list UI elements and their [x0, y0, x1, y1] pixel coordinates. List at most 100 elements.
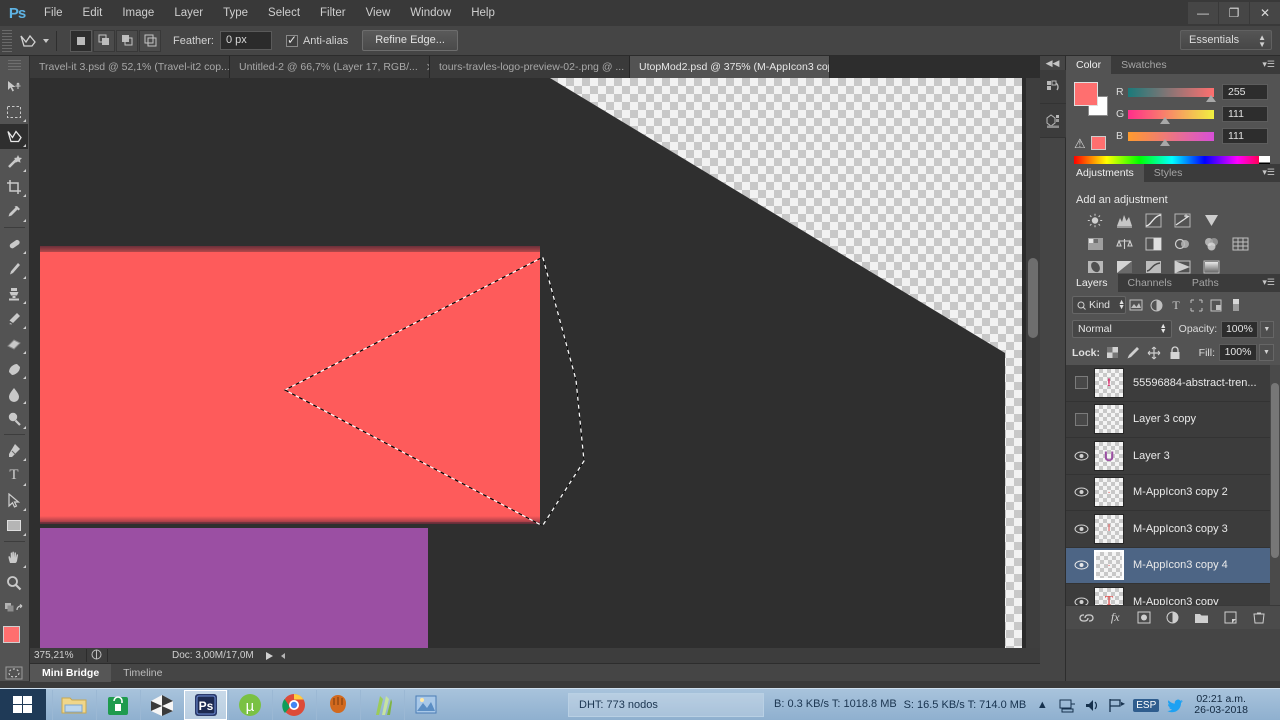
exposure-icon[interactable]: [1173, 212, 1192, 229]
menu-edit[interactable]: Edit: [73, 0, 113, 26]
magic-wand-tool[interactable]: [0, 149, 28, 174]
black-white-icon[interactable]: [1144, 235, 1163, 252]
menu-filter[interactable]: Filter: [310, 0, 356, 26]
expand-panels-icon[interactable]: ◀◀: [1040, 56, 1065, 70]
canvas-vertical-scrollbar[interactable]: [1026, 78, 1040, 648]
blend-mode-stepper-icon[interactable]: ▲ ▼: [1160, 323, 1167, 335]
vibrance-icon[interactable]: [1202, 212, 1221, 229]
filter-type-layers-icon[interactable]: T: [1166, 296, 1186, 314]
layer-thumbnail[interactable]: [1094, 404, 1124, 435]
menu-help[interactable]: Help: [461, 0, 505, 26]
intersect-selection-button[interactable]: [139, 29, 161, 52]
menu-type[interactable]: Type: [213, 0, 258, 26]
subtract-from-selection-button[interactable]: [116, 29, 138, 52]
menu-select[interactable]: Select: [258, 0, 310, 26]
filter-smart-objects-icon[interactable]: [1206, 296, 1226, 314]
fx-icon[interactable]: fx: [1106, 609, 1124, 627]
status-expand-icon[interactable]: [265, 651, 273, 660]
layer-filter-stepper-icon[interactable]: ▲ ▼: [1118, 299, 1125, 311]
utorrent-icon[interactable]: µ: [228, 690, 271, 720]
volume-icon[interactable]: [1083, 696, 1101, 714]
layer-thumbnail[interactable]: !: [1094, 367, 1124, 398]
photo-filter-icon[interactable]: [1173, 235, 1192, 252]
eyedropper-tool[interactable]: [0, 199, 28, 224]
brightness-contrast-icon[interactable]: [1086, 212, 1105, 229]
tab-swatches[interactable]: Swatches: [1111, 56, 1177, 74]
healing-brush-tool[interactable]: [0, 231, 28, 256]
crop-tool[interactable]: [0, 174, 28, 199]
tray-expand-chevron-icon[interactable]: ▲: [1033, 696, 1051, 714]
history-brush-tool[interactable]: [0, 306, 28, 331]
layer-thumbnail[interactable]: ·: [1094, 477, 1124, 508]
layer-name[interactable]: M-AppIcon3 copy 3: [1133, 523, 1228, 535]
tab-travel-it-3[interactable]: Travel-it 3.psd @ 52,1% (Travel-it2 cop.…: [30, 56, 230, 78]
menu-window[interactable]: Window: [400, 0, 461, 26]
tab-utopmod2[interactable]: UtopMod2.psd @ 375% (M-AppIcon3 copy 4, …: [630, 56, 830, 78]
shape-tool[interactable]: [0, 513, 28, 538]
slider-track-g[interactable]: [1128, 109, 1214, 124]
menu-layer[interactable]: Layer: [164, 0, 213, 26]
lasso-tool-preview-icon[interactable]: [15, 29, 41, 53]
slider-track-r[interactable]: [1128, 87, 1216, 102]
slider-value-g[interactable]: 111: [1222, 106, 1268, 122]
layer-thumbnail[interactable]: U: [1094, 440, 1124, 471]
foreground-color-swatch[interactable]: [3, 626, 20, 643]
opacity-chevron-down-icon[interactable]: ▼: [1259, 320, 1274, 338]
layer-visibility-toggle[interactable]: [1068, 438, 1094, 474]
curves-icon[interactable]: [1144, 212, 1163, 229]
channel-mixer-icon[interactable]: [1202, 235, 1221, 252]
layer-list-scroll-thumb[interactable]: [1271, 383, 1279, 558]
hue-saturation-icon[interactable]: [1086, 235, 1105, 252]
new-layer-icon[interactable]: [1222, 609, 1240, 627]
layer-visibility-toggle[interactable]: [1068, 365, 1094, 401]
antialias-checkbox[interactable]: [285, 33, 298, 47]
tab-untitled-2[interactable]: Untitled-2 @ 66,7% (Layer 17, RGB/... ✕: [230, 56, 430, 78]
baseball-glove-icon[interactable]: [316, 690, 359, 720]
unity-icon[interactable]: [140, 690, 183, 720]
layer-row-4[interactable]: I M-AppIcon3 copy 3: [1066, 511, 1280, 548]
status-collapse-icon[interactable]: [280, 652, 285, 659]
pen-tool[interactable]: [0, 438, 28, 463]
layer-mask-icon[interactable]: [1135, 609, 1153, 627]
layer-visibility-toggle[interactable]: [1068, 474, 1094, 510]
layer-thumbnail[interactable]: I: [1094, 513, 1124, 544]
tab-styles[interactable]: Styles: [1144, 164, 1193, 182]
vertical-scroll-thumb[interactable]: [1028, 258, 1038, 338]
layer-name[interactable]: 55596884-abstract-tren...: [1133, 377, 1257, 389]
filter-toggle-switch[interactable]: [1226, 296, 1246, 314]
zoom-level-field[interactable]: 375,21%: [30, 650, 82, 661]
layer-list[interactable]: ! 55596884-abstract-tren... Layer 3 copy…: [1066, 365, 1280, 605]
filter-adjustment-layers-icon[interactable]: [1146, 296, 1166, 314]
layer-name[interactable]: M-AppIcon3 copy 4: [1133, 559, 1228, 571]
gamut-warning-swatch[interactable]: [1091, 136, 1106, 150]
lock-all-icon[interactable]: [1166, 345, 1184, 361]
close-button[interactable]: ✕: [1250, 2, 1280, 24]
layer-row-1[interactable]: Layer 3 copy: [1066, 402, 1280, 438]
adjustments-panel-menu-icon[interactable]: ▾☰: [1262, 167, 1275, 178]
layer-row-3[interactable]: · M-AppIcon3 copy 2: [1066, 474, 1280, 511]
blend-mode-select[interactable]: Normal ▲ ▼: [1072, 320, 1172, 338]
lock-position-icon[interactable]: [1145, 345, 1163, 361]
tab-paths[interactable]: Paths: [1182, 274, 1229, 292]
menu-file[interactable]: File: [34, 0, 73, 26]
selective-color-icon[interactable]: [1202, 258, 1221, 275]
show-desktop-button[interactable]: [1258, 696, 1276, 714]
history-panel-icon[interactable]: [1040, 70, 1066, 104]
feather-input[interactable]: 0 px: [219, 31, 272, 50]
invert-icon[interactable]: [1086, 258, 1105, 275]
zoom-tool[interactable]: [0, 570, 28, 595]
tool-preset-chevron-icon[interactable]: [43, 38, 49, 43]
document-canvas[interactable]: [30, 78, 1040, 648]
move-tool[interactable]: [0, 74, 28, 99]
menu-image[interactable]: Image: [112, 0, 164, 26]
sublime-text-icon[interactable]: [360, 690, 403, 720]
threshold-icon[interactable]: [1144, 258, 1163, 275]
new-selection-button[interactable]: [70, 29, 92, 52]
tab-tours-travles-logo[interactable]: tours-travles-logo-preview-02-.png @ ...…: [430, 56, 630, 78]
layer-visibility-toggle[interactable]: [1068, 511, 1094, 547]
tab-timeline[interactable]: Timeline: [111, 664, 174, 682]
layer-visibility-toggle[interactable]: [1068, 547, 1094, 583]
fill-chevron-down-icon[interactable]: ▼: [1259, 344, 1274, 361]
lock-transparent-pixels-icon[interactable]: [1103, 345, 1121, 361]
tab-mini-bridge[interactable]: Mini Bridge: [30, 663, 112, 682]
